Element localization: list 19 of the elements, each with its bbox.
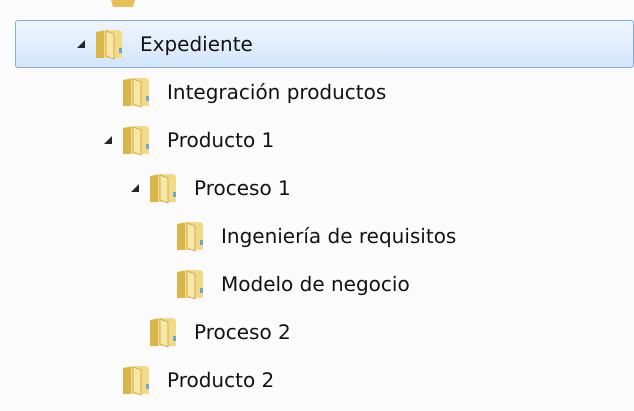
folder-label: Ingeniería de requisitos: [221, 224, 456, 248]
expanded-arrow-icon[interactable]: [130, 183, 140, 193]
tree-item[interactable]: Expediente: [15, 20, 634, 68]
tree-item[interactable]: Modelo de negocio: [15, 260, 634, 308]
folder-label: Expediente: [140, 32, 253, 56]
tree-item[interactable]: Producto 2: [15, 356, 634, 404]
tree-item[interactable]: Ingeniería de requisitos: [15, 212, 634, 260]
tree-item[interactable]: Producto 1: [15, 116, 634, 164]
folder-label: Modelo de negocio: [221, 272, 410, 296]
tree-item[interactable]: Proceso 2: [15, 308, 634, 356]
expanded-arrow-icon[interactable]: [103, 135, 113, 145]
tree-item[interactable]: Integración productos: [15, 68, 634, 116]
expanded-arrow-icon[interactable]: [76, 39, 86, 49]
folder-label: Proceso 2: [194, 320, 291, 344]
folder-label: Proceso 1: [194, 176, 291, 200]
folder-label: Producto 1: [167, 128, 274, 152]
folder-label: Integración productos: [167, 80, 386, 104]
tree-item[interactable]: Proceso 1: [15, 164, 634, 212]
folder-label: Producto 2: [167, 368, 274, 392]
